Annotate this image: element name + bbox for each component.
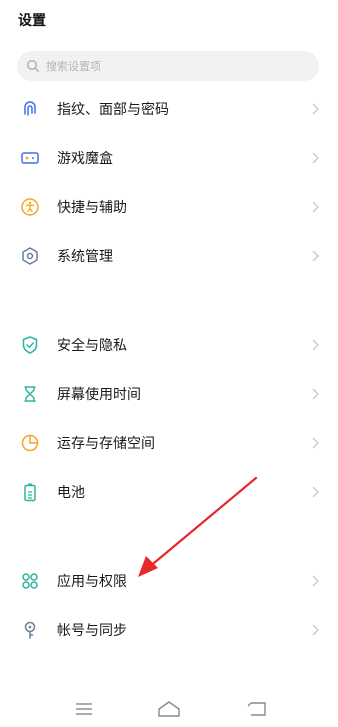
settings-item-label: 游戏魔盒 (57, 151, 113, 167)
settings-item-storage[interactable]: 运存与存储空间 (0, 423, 338, 463)
settings-item-label: 电池 (57, 485, 85, 501)
hexagon-settings-icon (22, 247, 38, 265)
key-icon (24, 621, 36, 639)
accessibility-icon (21, 198, 39, 216)
apps-grid-icon (22, 573, 38, 589)
settings-item-label: 应用与权限 (57, 574, 127, 590)
chevron-right-icon (312, 437, 319, 449)
settings-item-label: 帐号与同步 (57, 623, 127, 639)
home-icon[interactable] (157, 700, 181, 718)
settings-item-label: 指纹、面部与密码 (57, 102, 169, 118)
shield-icon (22, 336, 38, 354)
settings-item-label: 屏幕使用时间 (57, 387, 141, 403)
back-icon[interactable] (245, 700, 269, 718)
search-icon (26, 59, 40, 73)
chevron-right-icon (312, 250, 319, 262)
settings-item-label: 快捷与辅助 (57, 200, 127, 216)
chevron-right-icon (312, 201, 319, 213)
hourglass-icon (24, 386, 36, 402)
fingerprint-icon (24, 101, 36, 116)
chevron-right-icon (312, 103, 319, 115)
settings-item-fingerprint[interactable]: 指纹、面部与密码 (0, 89, 338, 129)
search-placeholder: 搜索设置项 (46, 60, 101, 73)
settings-item-battery[interactable]: 电池 (0, 472, 338, 512)
settings-item-label: 运存与存储空间 (57, 436, 155, 452)
settings-item-screentime[interactable]: 屏幕使用时间 (0, 374, 338, 414)
settings-item-game[interactable]: 游戏魔盒 (0, 138, 338, 178)
chevron-right-icon (312, 388, 319, 400)
settings-item-system[interactable]: 系统管理 (0, 236, 338, 276)
page-title: 设置 (18, 13, 46, 29)
pie-chart-icon (21, 434, 39, 452)
chevron-right-icon (312, 339, 319, 351)
settings-item-security[interactable]: 安全与隐私 (0, 325, 338, 365)
chevron-right-icon (312, 152, 319, 164)
navigation-bar (0, 690, 338, 727)
search-input[interactable]: 搜索设置项 (17, 51, 319, 81)
settings-item-account[interactable]: 帐号与同步 (0, 610, 338, 650)
chevron-right-icon (312, 486, 319, 498)
settings-item-label: 系统管理 (57, 249, 113, 265)
settings-item-shortcut[interactable]: 快捷与辅助 (0, 187, 338, 227)
chevron-right-icon (312, 575, 319, 587)
settings-item-label: 安全与隐私 (57, 338, 127, 354)
settings-item-apps[interactable]: 应用与权限 (0, 561, 338, 601)
menu-icon[interactable] (72, 700, 96, 718)
battery-icon (24, 483, 36, 502)
game-box-icon (21, 152, 39, 164)
chevron-right-icon (312, 624, 319, 636)
